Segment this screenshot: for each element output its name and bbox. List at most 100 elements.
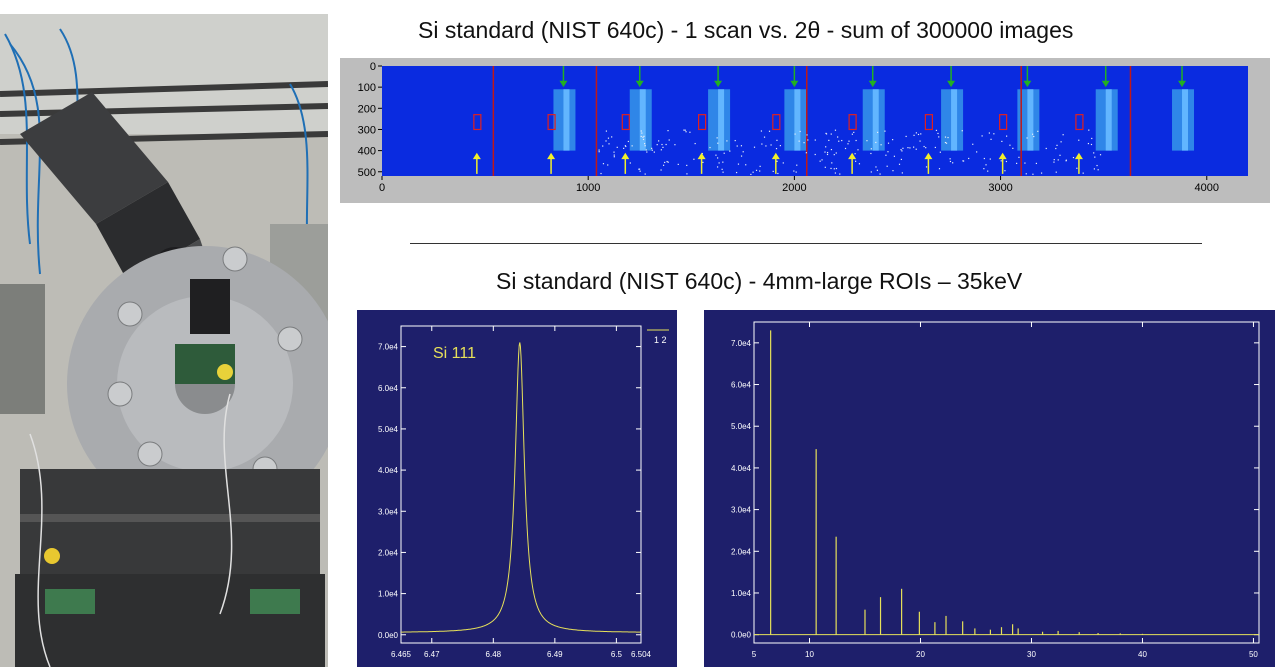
- noise-speck: [736, 145, 738, 147]
- noise-speck: [945, 142, 948, 144]
- noise-speck: [935, 129, 938, 132]
- noise-speck: [807, 139, 809, 141]
- noise-speck: [735, 171, 738, 174]
- noise-speck: [660, 169, 662, 171]
- y-tick-label: 6.0e4: [378, 384, 399, 393]
- y-tick-label: 1.0e4: [731, 589, 752, 598]
- noise-speck: [1032, 133, 1034, 135]
- noise-speck: [776, 160, 778, 162]
- y-tick-label: 4.0e4: [731, 464, 752, 473]
- noise-speck: [715, 154, 717, 156]
- y-tick-label: 2.0e4: [731, 547, 752, 556]
- noise-speck: [1062, 134, 1064, 136]
- noise-speck: [642, 138, 645, 141]
- noise-speck: [664, 161, 666, 164]
- noise-speck: [839, 173, 841, 175]
- noise-speck: [1037, 130, 1039, 132]
- diffraction-stripe-core: [872, 89, 879, 151]
- noise-speck: [987, 170, 989, 172]
- noise-speck: [1065, 160, 1067, 162]
- noise-speck: [830, 133, 832, 135]
- x-tick-label: 20: [916, 650, 925, 659]
- noise-speck: [734, 139, 736, 142]
- y-tick-label: 0: [370, 61, 376, 73]
- noise-speck: [885, 154, 887, 156]
- noise-speck: [1025, 173, 1027, 175]
- noise-speck: [993, 133, 995, 135]
- noise-speck: [665, 143, 667, 146]
- noise-speck: [1033, 135, 1035, 138]
- noise-speck: [607, 164, 609, 166]
- noise-speck: [877, 131, 879, 133]
- y-tick-label: 7.0e4: [731, 339, 752, 348]
- noise-speck: [1090, 143, 1093, 146]
- noise-speck: [653, 151, 655, 153]
- noise-speck: [1072, 156, 1075, 159]
- noise-speck: [667, 130, 669, 132]
- noise-speck: [729, 150, 731, 152]
- noise-speck: [983, 168, 985, 170]
- noise-speck: [611, 136, 613, 138]
- noise-speck: [686, 164, 688, 167]
- noise-speck: [819, 160, 821, 162]
- noise-speck: [837, 136, 839, 138]
- noise-speck: [915, 132, 917, 134]
- noise-speck: [806, 134, 808, 136]
- y-tick-label: 1.0e4: [378, 590, 399, 599]
- noise-speck: [605, 140, 607, 142]
- noise-speck: [722, 161, 724, 163]
- noise-speck: [702, 161, 704, 164]
- x-tick-label: 6.504: [631, 650, 652, 659]
- noise-speck: [641, 132, 643, 134]
- noise-speck: [884, 130, 886, 132]
- full-pattern-chart: 0.0e0 1.0e4 2.0e4 3.0e4 4.0e4 5.0e4 6.0e4 7.0e4…: [704, 310, 1275, 667]
- noise-speck: [745, 164, 747, 166]
- noise-speck: [892, 170, 894, 172]
- x-tick-label: 6.5: [611, 650, 623, 659]
- noise-speck: [689, 131, 691, 133]
- noise-speck: [693, 158, 695, 160]
- noise-speck: [1016, 162, 1018, 164]
- noise-speck: [939, 151, 941, 153]
- noise-speck: [983, 157, 985, 160]
- noise-speck: [900, 158, 902, 161]
- noise-speck: [737, 163, 740, 165]
- noise-speck: [835, 167, 838, 170]
- noise-speck: [799, 130, 801, 133]
- noise-speck: [814, 139, 816, 141]
- noise-speck: [828, 139, 830, 141]
- noise-speck: [753, 146, 756, 148]
- noise-speck: [875, 166, 877, 168]
- noise-speck: [1059, 154, 1061, 156]
- noise-speck: [880, 144, 882, 146]
- noise-speck: [616, 146, 618, 148]
- detector-image-title: Si standard (NIST 640c) - 1 scan vs. 2θ …: [418, 17, 1074, 43]
- y-tick-label: 4.0e4: [378, 466, 399, 475]
- noise-speck: [763, 136, 766, 138]
- y-tick-label: 0.0e0: [378, 631, 399, 640]
- noise-speck: [661, 143, 663, 146]
- noise-speck: [938, 136, 940, 138]
- noise-speck: [803, 142, 805, 144]
- noise-speck: [893, 155, 896, 157]
- noise-speck: [1096, 164, 1098, 167]
- noise-speck: [755, 169, 758, 171]
- x-tick-label: 10: [805, 650, 814, 659]
- noise-speck: [607, 137, 610, 139]
- noise-speck: [1045, 147, 1047, 150]
- noise-speck: [835, 152, 837, 154]
- x-tick-label: 6.49: [547, 650, 563, 659]
- noise-speck: [1005, 160, 1008, 163]
- noise-speck: [723, 152, 725, 154]
- x-tick-label: 40: [1138, 650, 1147, 659]
- x-tick-label: 5: [752, 650, 757, 659]
- noise-speck: [640, 130, 642, 132]
- noise-speck: [855, 139, 857, 142]
- noise-speck: [844, 147, 847, 150]
- noise-speck: [1000, 160, 1002, 162]
- noise-speck: [1018, 156, 1020, 158]
- noise-speck: [718, 162, 720, 164]
- noise-speck: [990, 138, 992, 140]
- noise-speck: [870, 148, 872, 150]
- noise-speck: [1032, 173, 1034, 175]
